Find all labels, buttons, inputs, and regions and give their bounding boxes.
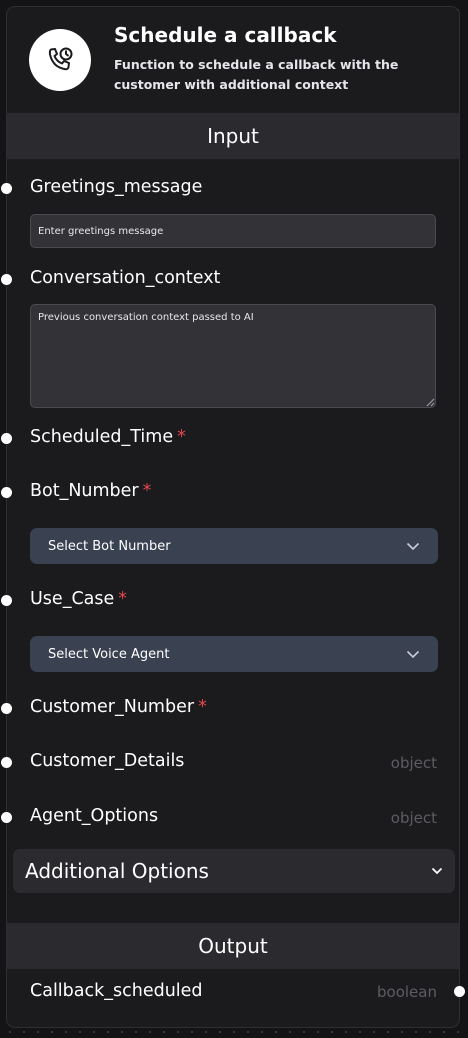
chevron-down-icon: [406, 542, 420, 550]
customer-details-handle[interactable]: [1, 757, 12, 768]
use-case-label: Use_Case *: [30, 589, 127, 609]
use-case-select-value: Select Voice Agent: [48, 646, 170, 662]
greetings-message-label: Greetings_message: [30, 177, 203, 197]
agent-options-label: Agent_Options: [30, 806, 159, 826]
scheduled-time-label: Scheduled_Time *: [30, 427, 186, 447]
bot-number-label: Bot_Number *: [30, 481, 151, 501]
bot-number-handle[interactable]: [1, 487, 12, 498]
conversation-context-handle[interactable]: [1, 274, 12, 285]
additional-options-label: Additional Options: [25, 859, 209, 883]
callback-scheduled-type: boolean: [377, 983, 437, 1001]
node-header: Schedule a callback Function to schedule…: [7, 7, 459, 113]
output-section-header: Output: [7, 923, 459, 969]
required-marker: *: [118, 589, 128, 609]
chevron-down-icon: [406, 650, 420, 658]
customer-details-label: Customer_Details: [30, 751, 185, 771]
customer-details-type: object: [390, 754, 437, 772]
phone-clock-icon: [29, 29, 91, 91]
bot-number-select-value: Select Bot Number: [48, 538, 171, 554]
customer-number-label-text: Customer_Number: [30, 697, 195, 717]
bot-number-select[interactable]: Select Bot Number: [30, 528, 438, 564]
agent-options-handle[interactable]: [1, 812, 12, 823]
resize-grip-icon[interactable]: [425, 397, 435, 407]
node-description: Function to schedule a callback with the…: [114, 57, 399, 92]
bot-number-label-text: Bot_Number: [30, 481, 139, 501]
callback-scheduled-label: Callback_scheduled: [30, 981, 203, 1001]
required-marker: *: [142, 481, 152, 501]
node-title: Schedule a callback: [114, 23, 337, 47]
agent-options-type: object: [390, 809, 437, 827]
greetings-message-handle[interactable]: [1, 183, 12, 194]
use-case-label-text: Use_Case: [30, 589, 115, 609]
conversation-context-label: Conversation_context: [30, 268, 221, 288]
input-section-label: Input: [207, 124, 259, 148]
additional-options-toggle[interactable]: Additional Options: [13, 849, 455, 893]
required-marker: *: [177, 427, 186, 447]
chevron-down-icon: [431, 867, 443, 875]
callback-scheduled-handle[interactable]: [454, 986, 465, 997]
required-marker: *: [198, 697, 207, 717]
customer-number-label: Customer_Number *: [30, 697, 207, 717]
customer-number-handle[interactable]: [1, 703, 12, 714]
conversation-context-textarea[interactable]: [30, 304, 436, 408]
schedule-callback-node[interactable]: Schedule a callback Function to schedule…: [1, 6, 465, 1028]
scheduled-time-label-text: Scheduled_Time: [30, 427, 174, 447]
output-section-label: Output: [198, 934, 268, 958]
use-case-handle[interactable]: [1, 595, 12, 606]
use-case-select[interactable]: Select Voice Agent: [30, 636, 438, 672]
greetings-message-input[interactable]: [30, 214, 436, 248]
scheduled-time-handle[interactable]: [1, 433, 12, 444]
input-section-header: Input: [7, 113, 459, 159]
